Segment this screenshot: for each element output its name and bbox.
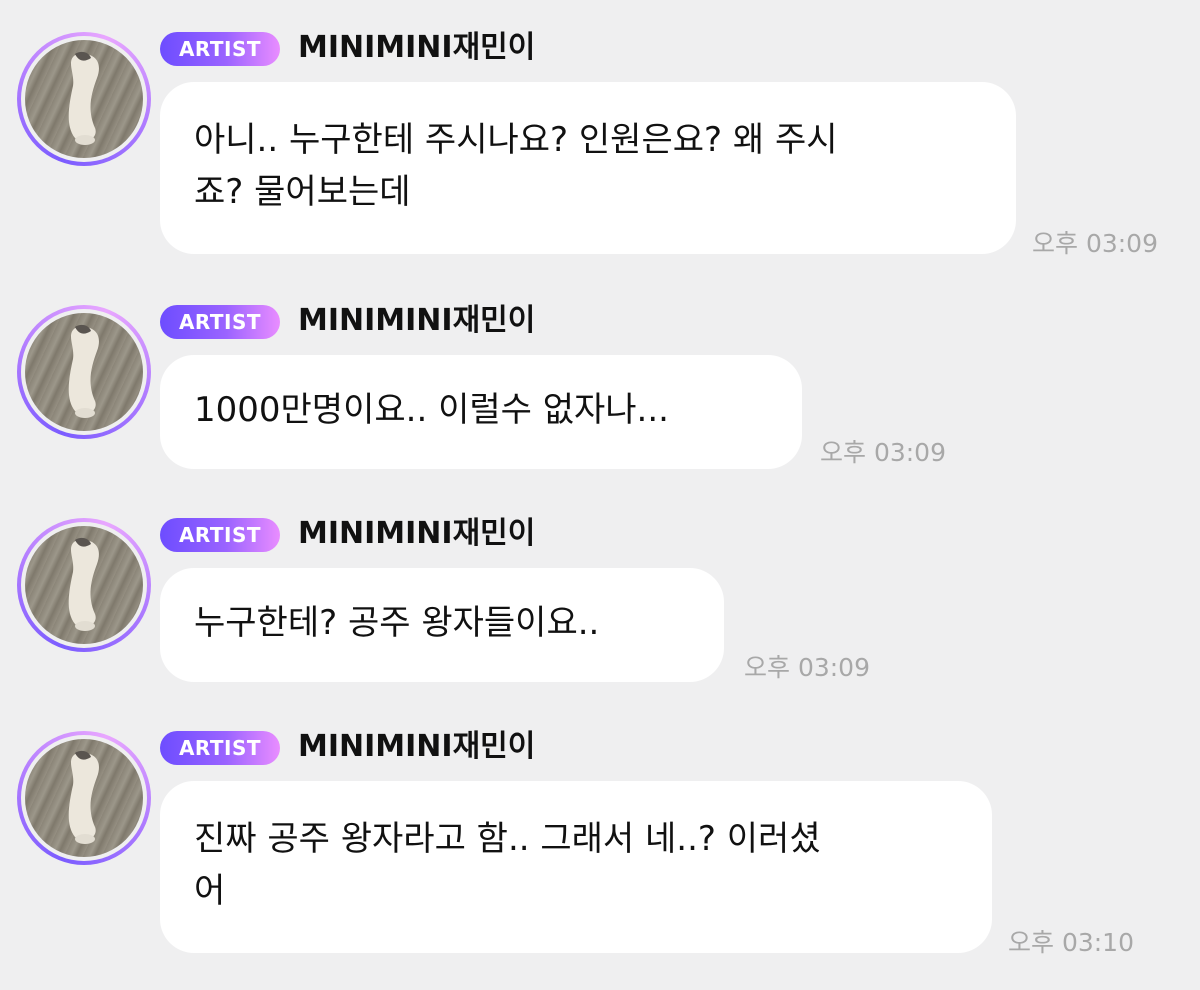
cat-photo-avatar-icon <box>25 40 143 158</box>
avatar[interactable] <box>17 32 151 166</box>
artist-badge: ARTIST <box>160 305 280 339</box>
chat-message: ARTIST MINIMINI재민이 아니.. 누구한테 주시나요? 인원은요?… <box>0 30 1200 262</box>
chat-message: ARTIST MINIMINI재민이 진짜 공주 왕자라고 함.. 그래서 네.… <box>0 729 1200 961</box>
avatar[interactable] <box>17 305 151 439</box>
cat-photo-avatar-icon <box>25 313 143 431</box>
cat-photo-avatar-icon <box>25 526 143 644</box>
sender-name: MINIMINI재민이 <box>298 30 536 65</box>
message-timestamp: 오후 03:09 <box>744 653 870 682</box>
message-timestamp: 오후 03:09 <box>1032 229 1158 258</box>
cat-photo-avatar-icon <box>25 739 143 857</box>
avatar[interactable] <box>17 518 151 652</box>
sender-name: MINIMINI재민이 <box>298 729 536 764</box>
message-bubble: 누구한테? 공주 왕자들이요.. <box>160 568 724 682</box>
artist-badge: ARTIST <box>160 32 280 66</box>
artist-badge: ARTIST <box>160 518 280 552</box>
message-bubble: 1000만명이요.. 이럴수 없자나... <box>160 355 802 469</box>
chat-message: ARTIST MINIMINI재민이 누구한테? 공주 왕자들이요.. 오후 0… <box>0 516 1200 688</box>
sender-name: MINIMINI재민이 <box>298 516 536 551</box>
message-timestamp: 오후 03:09 <box>820 438 946 467</box>
sender-name: MINIMINI재민이 <box>298 303 536 338</box>
chat-message: ARTIST MINIMINI재민이 1000만명이요.. 이럴수 없자나...… <box>0 303 1200 475</box>
avatar[interactable] <box>17 731 151 865</box>
message-timestamp: 오후 03:10 <box>1008 928 1134 957</box>
message-bubble: 진짜 공주 왕자라고 함.. 그래서 네..? 이러셨 어 <box>160 781 992 953</box>
artist-badge: ARTIST <box>160 731 280 765</box>
message-bubble: 아니.. 누구한테 주시나요? 인원은요? 왜 주시 죠? 물어보는데 <box>160 82 1016 254</box>
